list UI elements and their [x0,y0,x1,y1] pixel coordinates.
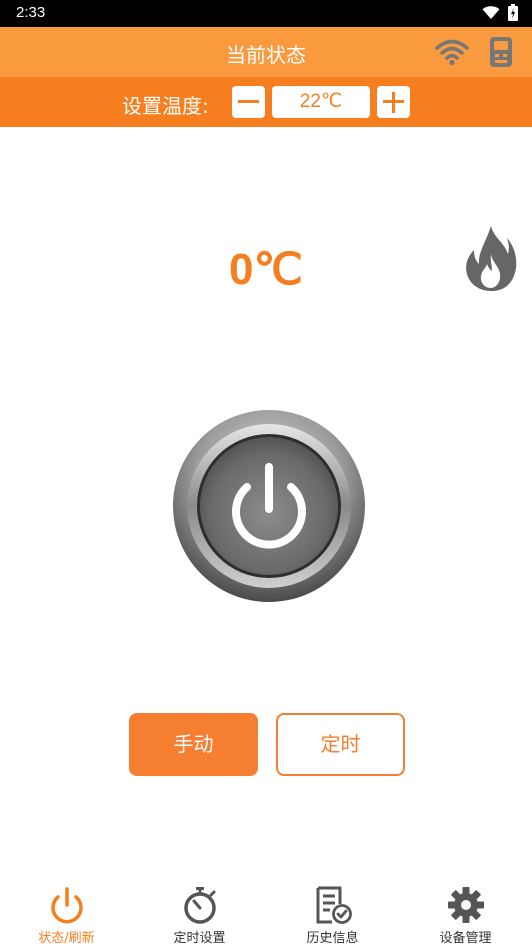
nav-label-status: 状态/刷新 [38,931,95,946]
temperature-setting-bar: 设置温度: 22℃ [0,77,532,127]
gear-icon [448,887,484,923]
stopwatch-icon [184,887,216,924]
decrease-temperature-button[interactable] [232,86,265,118]
bottom-navigation: 状态/刷新 定时设置 历史信息 设备管理 [0,876,532,946]
nav-item-history[interactable]: 历史信息 [266,876,399,946]
manual-mode-button[interactable]: 手动 [129,713,258,776]
battery-icon [508,4,518,21]
nav-item-status[interactable]: 状态/刷新 [0,876,133,946]
flame-icon [466,226,517,291]
wifi-icon [482,6,500,19]
status-bar: 2:33 [0,0,532,27]
power-button[interactable] [172,409,366,603]
history-document-icon [316,886,352,924]
nav-label-timer-settings: 定时设置 [173,931,226,946]
nav-label-device-management: 设备管理 [439,931,492,946]
nav-item-device-management[interactable]: 设备管理 [399,876,532,946]
status-time: 2:33 [16,4,46,21]
increase-temperature-button[interactable] [377,86,410,118]
temperature-setting-label: 设置温度: [122,94,209,118]
nav-label-history: 历史信息 [306,931,359,946]
power-icon [51,887,83,924]
status-icons [482,4,518,21]
header: 当前状态 [0,27,532,77]
nav-item-timer-settings[interactable]: 定时设置 [133,876,266,946]
device-icon[interactable] [488,36,514,68]
current-temperature: 0℃ [229,245,303,294]
wifi-icon[interactable] [434,37,470,67]
temperature-setting-value[interactable]: 22℃ [272,86,370,118]
timer-mode-button[interactable]: 定时 [276,713,405,776]
